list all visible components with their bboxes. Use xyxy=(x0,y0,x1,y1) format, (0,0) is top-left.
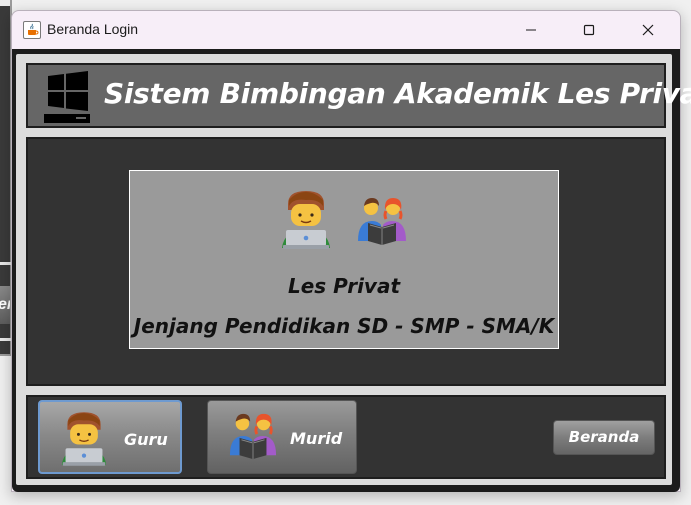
header-panel: Sistem Bimbingan Akademik Les Privat xyxy=(26,63,691,128)
content-panel: Sistem Bimbingan Akademik Les Privat Les… xyxy=(16,54,691,485)
close-icon xyxy=(642,24,654,36)
title-bar[interactable]: Beranda Login xyxy=(12,11,680,49)
background-button-fragment[interactable]: er xyxy=(0,286,10,324)
info-panel: Les Privat Jenjang Pendidikan SD - SMP -… xyxy=(26,137,666,386)
background-window-edge xyxy=(0,0,10,6)
beranda-button[interactable]: Beranda xyxy=(553,420,655,455)
students-reading-icon xyxy=(228,412,278,464)
minimize-icon xyxy=(526,29,536,31)
murid-button-label: Murid xyxy=(290,429,343,448)
card-title: Les Privat xyxy=(287,274,401,298)
navigation-bar: Guru Murid Beranda xyxy=(26,395,666,479)
close-button[interactable] xyxy=(625,11,671,49)
maximize-button[interactable] xyxy=(566,11,612,49)
teacher-laptop-icon xyxy=(280,190,332,254)
minimize-button[interactable] xyxy=(508,11,554,49)
content-frame: Sistem Bimbingan Akademik Les Privat Les… xyxy=(12,49,691,492)
murid-button[interactable]: Murid xyxy=(207,400,357,474)
info-card: Les Privat Jenjang Pendidikan SD - SMP -… xyxy=(129,170,559,349)
app-heading: Sistem Bimbingan Akademik Les Privat xyxy=(104,77,691,110)
guru-button-label: Guru xyxy=(124,430,168,449)
guru-button[interactable]: Guru xyxy=(38,400,182,474)
computer-icon xyxy=(44,70,92,128)
login-home-window: Beranda Login Sistem Bimbingan Akademik … xyxy=(11,10,691,492)
java-icon xyxy=(23,21,41,39)
maximize-icon xyxy=(583,24,595,36)
window-title: Beranda Login xyxy=(47,21,139,37)
teacher-laptop-icon xyxy=(60,408,108,474)
students-reading-icon xyxy=(356,197,408,249)
card-subtitle: Jenjang Pendidikan SD - SMP - SMA/K xyxy=(133,314,555,338)
